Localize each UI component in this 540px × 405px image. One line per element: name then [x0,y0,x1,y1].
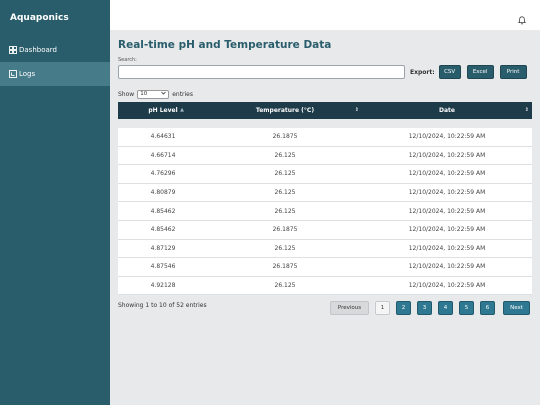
table-footer: Showing 1 to 10 of 52 entries Previous 1… [118,301,532,331]
table-row: 4.87129 26.125 12/10/2024, 10:22:59 AM [118,239,532,259]
date-cell: 12/10/2024, 10:22:59 AM [408,151,486,159]
ph-cell: 4.85462 [150,207,176,215]
column-header-label: Temperature (°C) [255,107,315,114]
ph-cell: 4.85462 [150,226,176,234]
next-page-button[interactable]: Next [503,301,530,315]
ph-cell: 4.87546 [150,263,176,271]
data-table: pH Level ▲ Temperature (°C) ⇕ Date ⇕ 4.6… [118,102,532,297]
search-label: Search: [118,57,137,63]
page-button-1[interactable]: 1 [375,301,390,315]
table-row: 4.66714 26.125 12/10/2024, 10:22:59 AM [118,146,532,166]
page-button-2[interactable]: 2 [396,301,411,315]
temperature-cell: 26.125 [274,282,296,290]
table-row: 4.92128 26.125 12/10/2024, 10:22:59 AM [118,276,532,296]
app-brand[interactable]: Aquaponics [0,0,110,38]
page-length-control: Show 10 entries [118,89,532,99]
temperature-cell: 26.125 [274,244,296,252]
page-button-3[interactable]: 3 [417,301,432,315]
previous-page-button[interactable]: Previous [330,301,369,315]
export-label: Export: [410,68,435,76]
column-header-ph[interactable]: pH Level ▲ [118,102,208,119]
entries-select[interactable]: 10 [137,89,170,99]
table-info: Showing 1 to 10 of 52 entries [118,302,207,309]
column-header-date[interactable]: Date ⇕ [362,102,532,119]
sort-ascending-icon: ▲ [180,107,184,113]
sidebar-item-dashboard[interactable]: Dashboard [0,38,110,62]
table-header: pH Level ▲ Temperature (°C) ⇕ Date ⇕ [118,102,532,119]
search-input[interactable] [118,65,405,79]
page-button-4[interactable]: 4 [438,301,453,315]
toolbar-row: Export: CSV Excel Print [118,64,532,80]
sidebar-item-logs[interactable]: Logs [0,62,110,86]
page-button-5[interactable]: 5 [459,301,474,315]
sidebar-item-label: Dashboard [19,46,57,54]
entries-label: entries [172,90,194,98]
chevron-down-icon [161,91,166,97]
ph-cell: 4.64631 [150,133,176,141]
column-header-temperature[interactable]: Temperature (°C) ⇕ [208,102,362,119]
sort-icon: ⇕ [354,107,359,113]
ph-cell: 4.76296 [150,170,176,178]
table-row: 4.64631 26.1875 12/10/2024, 10:22:59 AM [118,128,532,147]
logs-icon [9,70,17,78]
table-spacer [118,119,532,128]
dashboard-icon [9,46,17,54]
date-cell: 12/10/2024, 10:22:59 AM [408,282,486,290]
table-row: 4.85462 26.1875 12/10/2024, 10:22:59 AM [118,220,532,240]
date-cell: 12/10/2024, 10:22:59 AM [408,207,486,215]
column-header-label: Date [439,107,455,114]
date-cell: 12/10/2024, 10:22:59 AM [408,189,486,197]
column-header-label: pH Level [148,107,178,114]
temperature-cell: 26.1875 [272,226,298,234]
date-cell: 12/10/2024, 10:22:59 AM [408,170,486,178]
ph-cell: 4.92128 [150,282,176,290]
date-cell: 12/10/2024, 10:22:59 AM [408,133,486,141]
page-title: Real-time pH and Temperature Data [118,39,332,51]
sidebar-item-label: Logs [19,70,36,78]
table-row: 4.87546 26.1875 12/10/2024, 10:22:59 AM [118,258,532,277]
print-button[interactable]: Print [499,65,527,79]
temperature-cell: 26.125 [274,151,296,159]
temperature-cell: 26.125 [274,170,296,178]
table-row: 4.85462 26.125 12/10/2024, 10:22:59 AM [118,202,532,221]
date-cell: 12/10/2024, 10:22:59 AM [408,263,486,271]
ph-cell: 4.87129 [150,244,176,252]
ph-cell: 4.80879 [150,189,176,197]
show-label: Show [118,90,135,98]
page-button-6[interactable]: 6 [480,301,495,315]
table-body: 4.64631 26.1875 12/10/2024, 10:22:59 AM … [118,128,532,297]
top-bar [110,0,540,30]
temperature-cell: 26.125 [274,189,296,197]
table-row: 4.76296 26.125 12/10/2024, 10:22:59 AM [118,165,532,184]
sort-icon: ⇕ [524,107,529,113]
main-content: Real-time pH and Temperature Data Search… [118,30,532,331]
temperature-cell: 26.125 [274,207,296,215]
export-excel-button[interactable]: Excel [466,65,494,79]
temperature-cell: 26.1875 [272,263,298,271]
export-csv-button[interactable]: CSV [438,65,461,79]
ph-cell: 4.66714 [150,151,176,159]
temperature-cell: 26.1875 [272,133,298,141]
date-cell: 12/10/2024, 10:22:59 AM [408,226,486,234]
sidebar: Aquaponics Dashboard Logs [0,0,110,405]
bell-icon[interactable] [517,10,527,25]
table-row: 4.80879 26.125 12/10/2024, 10:22:59 AM [118,183,532,203]
entries-select-value: 10 [140,91,148,97]
date-cell: 12/10/2024, 10:22:59 AM [408,244,486,252]
